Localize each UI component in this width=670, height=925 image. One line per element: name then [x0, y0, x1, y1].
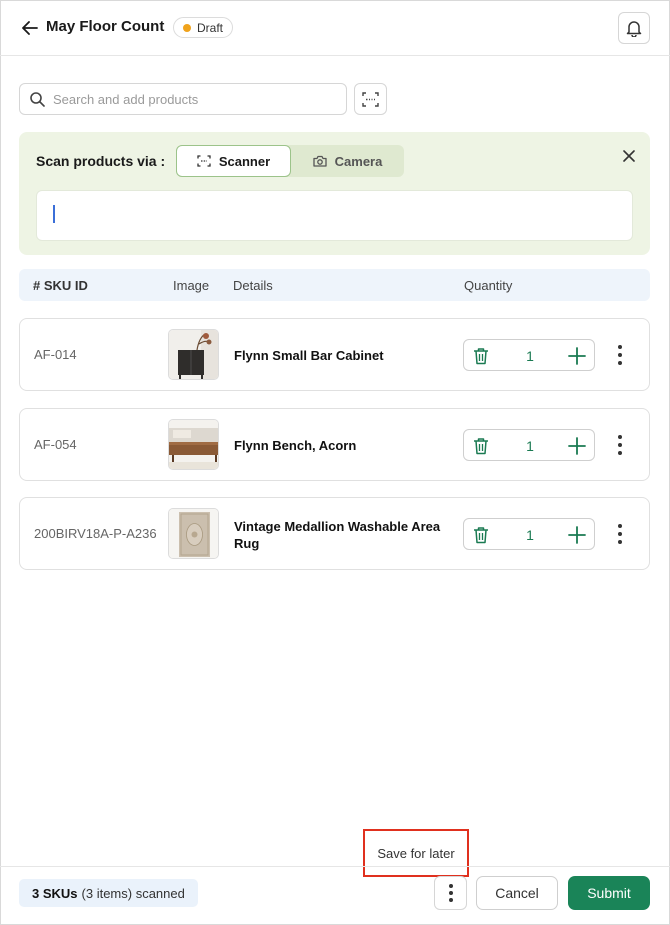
- column-header-quantity: Quantity: [464, 278, 513, 293]
- scanner-tab[interactable]: Scanner: [176, 145, 291, 177]
- back-arrow-icon[interactable]: [18, 16, 42, 40]
- quantity-stepper: 1: [463, 339, 595, 371]
- search-icon: [30, 91, 45, 107]
- scan-input-field[interactable]: [36, 190, 633, 241]
- cancel-button[interactable]: Cancel: [476, 876, 558, 910]
- items-scanned: (3 items) scanned: [81, 885, 185, 901]
- quantity-stepper: 1: [463, 429, 595, 461]
- status-badge: Draft: [173, 17, 234, 38]
- status-dot-icon: [183, 23, 191, 32]
- footer-bar: 3 SKUs (3 items) scanned Cancel Submit: [0, 866, 670, 925]
- barcode-scan-button[interactable]: [354, 83, 387, 115]
- camera-tab[interactable]: Camera: [291, 145, 404, 177]
- more-options-button[interactable]: [434, 876, 467, 910]
- table-row: AF-014 Flynn Small Bar Cabinet 1: [19, 318, 650, 391]
- barcode-scan-icon: [362, 91, 379, 107]
- column-header-details: Details: [233, 278, 273, 293]
- scanner-icon: [197, 155, 211, 167]
- row-more-options-icon[interactable]: [612, 524, 628, 544]
- product-name: Flynn Small Bar Cabinet: [234, 348, 384, 363]
- scan-label: Scan products via :: [36, 153, 166, 169]
- scan-mode-toggle: Scanner Camera: [176, 145, 404, 177]
- status-badge-label: Draft: [197, 20, 224, 35]
- product-image: [168, 419, 219, 470]
- column-header-image: Image: [173, 278, 210, 293]
- camera-icon: [312, 155, 327, 167]
- sku-id: 200BIRV18A-P-A236: [34, 526, 157, 541]
- table-row: 200BIRV18A-P-A236 Vintage Medallion Wash…: [19, 497, 650, 570]
- table-header: # SKU ID Image Details Quantity: [19, 269, 650, 301]
- table-row: AF-054 Flynn Bench, Acorn 1: [19, 408, 650, 481]
- product-search[interactable]: [19, 83, 347, 115]
- row-more-options-icon[interactable]: [612, 345, 628, 365]
- plus-icon[interactable]: [566, 345, 588, 367]
- scanner-tab-label: Scanner: [218, 153, 271, 169]
- scan-panel: Scan products via : Scanner Camera: [19, 132, 650, 255]
- row-more-options-icon[interactable]: [612, 435, 628, 455]
- search-input[interactable]: [53, 91, 333, 107]
- plus-icon[interactable]: [566, 524, 588, 546]
- product-image: [168, 329, 219, 380]
- bell-icon: [626, 21, 642, 37]
- product-name: Vintage Medallion Washable Area Rug: [234, 519, 441, 551]
- sku-id: AF-014: [34, 347, 77, 362]
- product-image: [168, 508, 219, 559]
- sku-id: AF-054: [34, 437, 77, 452]
- page-title: May Floor Count: [46, 18, 165, 35]
- notifications-button[interactable]: [618, 12, 650, 44]
- quantity-stepper: 1: [463, 518, 595, 550]
- plus-icon[interactable]: [566, 435, 588, 457]
- product-name: Flynn Bench, Acorn: [234, 438, 357, 453]
- text-caret: [53, 205, 55, 223]
- scanned-summary: 3 SKUs (3 items) scanned: [19, 879, 198, 907]
- camera-tab-label: Camera: [334, 153, 383, 169]
- sku-count: 3 SKUs: [32, 885, 78, 901]
- close-icon[interactable]: [619, 146, 639, 166]
- page-header: May Floor Count Draft: [0, 0, 670, 56]
- column-header-sku: # SKU ID: [33, 278, 88, 293]
- submit-button[interactable]: Submit: [568, 876, 650, 910]
